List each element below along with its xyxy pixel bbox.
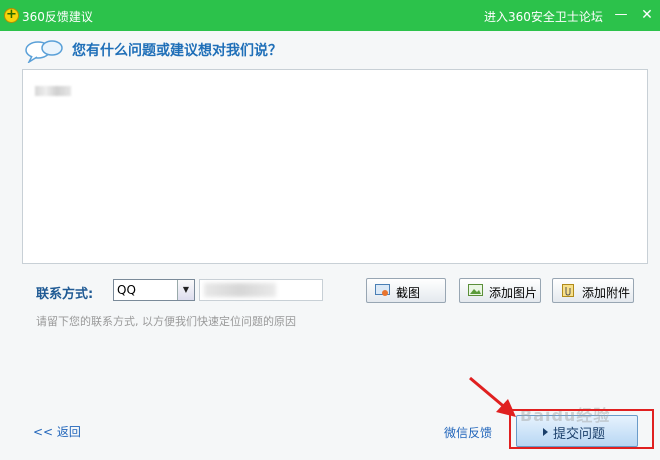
screenshot-icon: [375, 284, 390, 296]
360-logo-icon: +: [4, 8, 19, 23]
dropdown-arrow-icon[interactable]: ▼: [177, 280, 194, 300]
wechat-feedback-link[interactable]: 微信反馈: [444, 424, 492, 441]
add-image-label: 添加图片: [489, 286, 538, 300]
contact-input-value: [204, 283, 276, 297]
forum-link[interactable]: 进入360安全卫士论坛: [484, 8, 603, 25]
title-bar: + 360反馈建议 进入360安全卫士论坛 — ✕: [0, 0, 660, 31]
feedback-textarea[interactable]: [22, 69, 648, 264]
window-title: 360反馈建议: [22, 10, 93, 24]
attachment-icon: [562, 284, 574, 297]
contact-input[interactable]: [199, 279, 323, 301]
add-attachment-button[interactable]: 添加附件: [552, 278, 634, 303]
close-button[interactable]: ✕: [636, 4, 658, 26]
contact-type-select[interactable]: QQ ▼: [113, 279, 195, 301]
image-icon: [468, 284, 483, 296]
back-link[interactable]: << 返回: [33, 423, 81, 440]
contact-type-value: QQ: [117, 283, 136, 297]
contact-label: 联系方式:: [36, 287, 94, 302]
screenshot-label: 截图: [396, 286, 421, 300]
chat-bubble-icon: [25, 40, 63, 63]
add-attachment-label: 添加附件: [582, 286, 631, 300]
feedback-prompt: 您有什么问题或建议想对我们说？: [72, 43, 282, 59]
annotation-highlight-box: [509, 409, 654, 449]
minimize-button[interactable]: —: [610, 4, 632, 26]
screenshot-button[interactable]: 截图: [366, 278, 446, 303]
contact-hint: 请留下您的联系方式, 以方便我们快速定位问题的原因: [36, 315, 296, 328]
feedback-text: [35, 86, 71, 96]
add-image-button[interactable]: 添加图片: [459, 278, 541, 303]
